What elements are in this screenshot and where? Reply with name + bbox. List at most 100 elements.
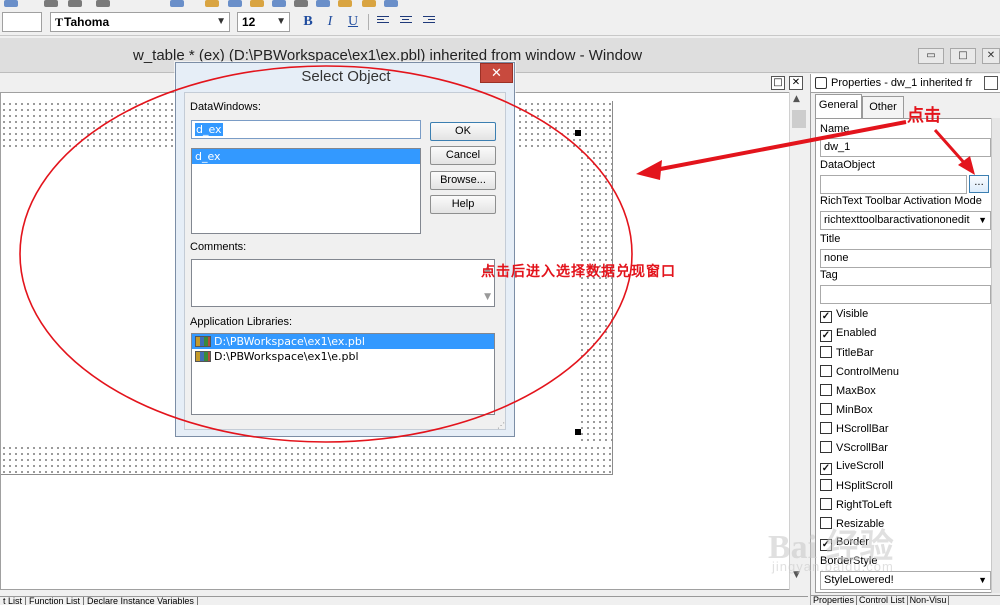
scroll-up-icon[interactable]: ▲: [793, 94, 800, 104]
title-value: none: [824, 252, 849, 264]
tab-function-list[interactable]: Function List: [26, 597, 85, 605]
properties-scrollbar[interactable]: [991, 118, 1000, 593]
tab-general[interactable]: General: [815, 94, 862, 118]
tab-event-list[interactable]: t List: [0, 597, 27, 605]
cancel-button[interactable]: Cancel: [430, 146, 496, 165]
checkmark-icon[interactable]: ✓: [820, 330, 832, 342]
richtext-select[interactable]: richtexttoolbaractivationonedit ▼: [820, 211, 991, 230]
checkbox-label: RightToLeft: [836, 499, 892, 511]
resize-handle[interactable]: [575, 429, 581, 435]
checkbox-controlmenu[interactable]: ControlMenu: [820, 365, 899, 379]
maximize-button[interactable]: □: [950, 48, 976, 64]
checkmark-icon[interactable]: ✓: [820, 463, 832, 475]
bold-button[interactable]: B: [298, 13, 318, 31]
properties-close-button[interactable]: [984, 76, 998, 90]
datawindow-list[interactable]: d_ex: [191, 148, 421, 234]
name-field[interactable]: dw_1: [820, 138, 991, 157]
tab-declare-instance-variables[interactable]: Declare Instance Variables: [84, 597, 198, 605]
title-label: Title: [820, 233, 841, 245]
resize-grip-icon[interactable]: ⋰: [497, 421, 505, 430]
title-field[interactable]: none: [820, 249, 991, 268]
checkbox-label: MaxBox: [836, 385, 876, 397]
tab-control-list[interactable]: Control List: [857, 596, 908, 605]
painter-bottom-tabs: t List Function List Declare Instance Vari…: [0, 596, 808, 605]
checkbox-visible[interactable]: ✓ Visible: [820, 308, 868, 323]
scroll-thumb[interactable]: [792, 110, 806, 128]
align-left-icon[interactable]: [377, 16, 389, 27]
watermark-url: jingyan.baidu.com: [772, 559, 894, 574]
dialog-close-button[interactable]: ✕: [480, 63, 513, 83]
datawindow-name-value: d_ex: [195, 123, 223, 136]
toolbar-icon[interactable]: [294, 0, 308, 7]
checkbox-icon[interactable]: [820, 498, 832, 510]
dialog-title: Select Object: [301, 68, 391, 85]
italic-button[interactable]: I: [320, 13, 340, 31]
checkbox-enabled[interactable]: ✓ Enabled: [820, 327, 876, 342]
ok-button[interactable]: OK: [430, 122, 496, 141]
toolbar-icon[interactable]: [68, 0, 82, 7]
tab-non-visual[interactable]: Non-Visu: [908, 596, 950, 605]
help-button[interactable]: Help: [430, 195, 496, 214]
libraries-list[interactable]: D:\PBWorkspace\ex1\ex.pbl D:\PBWorkspace…: [191, 333, 495, 415]
dialog-body: DataWindows: d_ex d_ex OK Cancel Browse.…: [184, 92, 506, 430]
checkbox-icon[interactable]: [820, 441, 832, 453]
checkbox-hscrollbar[interactable]: HScrollBar: [820, 422, 889, 436]
toolbar-icon[interactable]: [250, 0, 264, 7]
vertical-scrollbar[interactable]: ▲ ▼: [789, 92, 808, 590]
window-form-grid: [579, 149, 613, 453]
tab-other[interactable]: Other: [862, 96, 904, 118]
name-value: dw_1: [824, 141, 851, 153]
checkbox-icon[interactable]: [820, 422, 832, 434]
list-item[interactable]: d_ex: [192, 149, 420, 164]
toolbar-icon[interactable]: [44, 0, 58, 7]
style-select[interactable]: [2, 12, 42, 32]
toolbar-icon[interactable]: [228, 0, 242, 7]
datawindow-name-input[interactable]: d_ex: [191, 120, 421, 139]
list-item[interactable]: D:\PBWorkspace\ex1\e.pbl: [192, 349, 494, 364]
checkbox-titlebar[interactable]: TitleBar: [820, 346, 874, 360]
tab-properties[interactable]: Properties: [811, 596, 858, 605]
toolbar-icon[interactable]: [338, 0, 352, 7]
checkbox-minbox[interactable]: MinBox: [820, 403, 873, 417]
pane-close-button[interactable]: ✕: [789, 76, 803, 90]
toolbar-icon[interactable]: [272, 0, 286, 7]
checkbox-icon[interactable]: [820, 403, 832, 415]
properties-icon: [815, 77, 827, 89]
checkbox-hsplitscroll[interactable]: HSplitScroll: [820, 479, 893, 493]
checkbox-livescroll[interactable]: ✓ LiveScroll: [820, 460, 884, 475]
checkbox-icon[interactable]: [820, 346, 832, 358]
tag-field[interactable]: [820, 285, 991, 304]
toolbar-icon[interactable]: [96, 0, 110, 7]
dataobject-browse-button[interactable]: ...: [969, 175, 989, 193]
toolbar-icon[interactable]: [205, 0, 219, 7]
align-center-icon[interactable]: [400, 16, 412, 27]
close-button[interactable]: ✕: [982, 48, 1000, 64]
tag-label: Tag: [820, 269, 838, 281]
toolbar-icon[interactable]: [170, 0, 184, 7]
checkbox-icon[interactable]: [820, 384, 832, 396]
underline-button[interactable]: U: [343, 13, 363, 31]
annotation-description: 点击后进入选择数据兑现窗口: [481, 264, 676, 280]
font-size-select[interactable]: 12 ▼: [237, 12, 290, 32]
font-name-select[interactable]: TTahoma ▼: [50, 12, 230, 32]
toolbar-icon[interactable]: [362, 0, 376, 7]
checkbox-icon[interactable]: [820, 479, 832, 491]
checkbox-righttoleft[interactable]: RightToLeft: [820, 498, 892, 512]
richtext-value: richtexttoolbaractivationonedit: [824, 214, 970, 226]
checkbox-icon[interactable]: [820, 365, 832, 377]
browse-button[interactable]: Browse...: [430, 171, 496, 190]
checkbox-maxbox[interactable]: MaxBox: [820, 384, 876, 398]
dataobject-field[interactable]: [820, 175, 967, 194]
checkmark-icon[interactable]: ✓: [820, 311, 832, 323]
comments-textarea[interactable]: ▲ ▼: [191, 259, 495, 307]
resize-handle[interactable]: [575, 130, 581, 136]
toolbar-icon[interactable]: [4, 0, 18, 7]
toolbar-icon[interactable]: [316, 0, 330, 7]
minimize-button[interactable]: ▭: [918, 48, 944, 64]
chevron-down-icon: ▼: [978, 215, 987, 225]
list-item[interactable]: D:\PBWorkspace\ex1\ex.pbl: [192, 334, 494, 349]
pane-maximize-button[interactable]: □: [771, 76, 785, 90]
align-right-icon[interactable]: [423, 16, 435, 27]
toolbar-icon[interactable]: [384, 0, 398, 7]
checkbox-vscrollbar[interactable]: VScrollBar: [820, 441, 888, 455]
